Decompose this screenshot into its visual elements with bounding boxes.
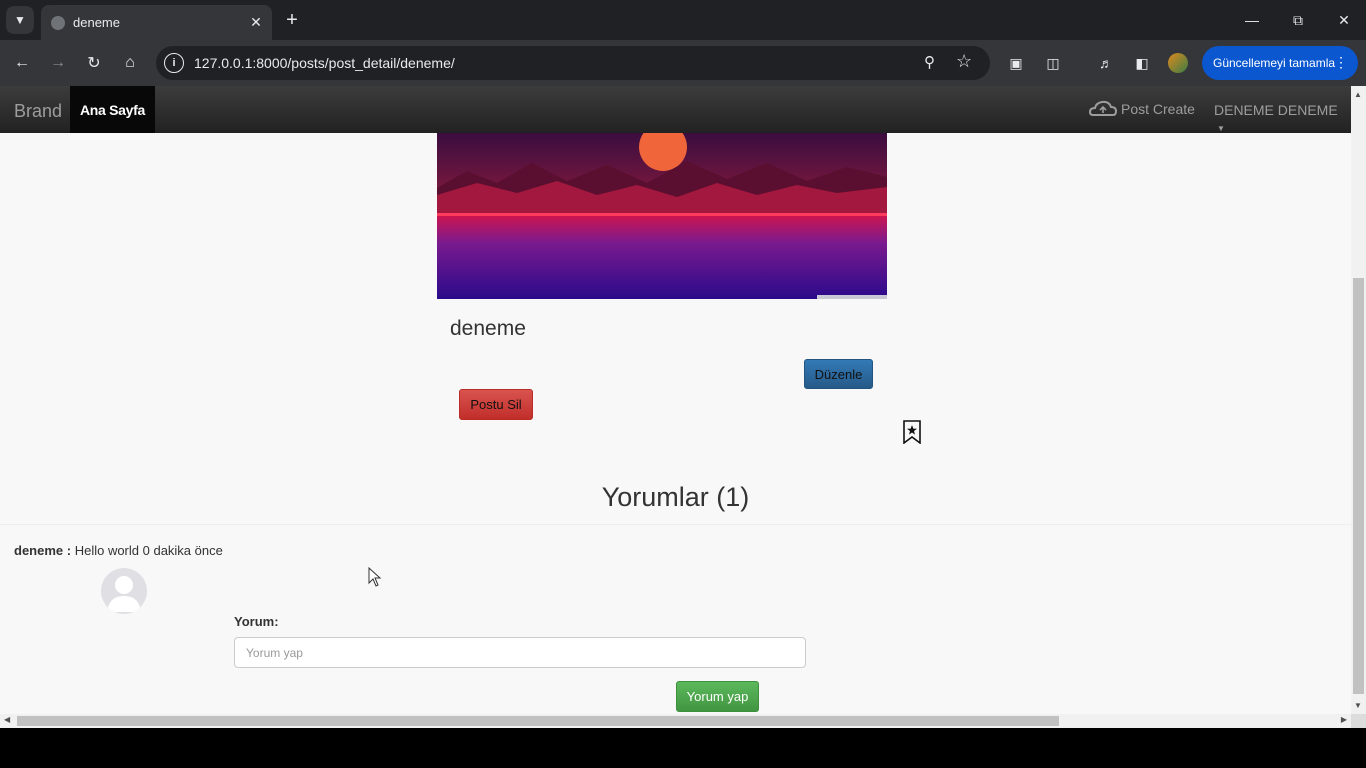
browser-tab[interactable]: deneme ✕	[41, 5, 272, 40]
scroll-right-icon[interactable]: ▶	[1341, 715, 1347, 724]
vertical-scroll-thumb[interactable]	[1353, 278, 1364, 694]
close-window-button[interactable]: ✕	[1321, 0, 1366, 40]
update-chrome-button[interactable]: Güncellemeyi tamamla ⋮	[1202, 46, 1358, 80]
caret-down-icon: ▼	[1217, 124, 1225, 133]
vertical-scrollbar[interactable]: ▲ ▼	[1351, 86, 1366, 714]
nav-home-link[interactable]: Ana Sayfa	[70, 86, 155, 133]
comment-field-label: Yorum:	[234, 614, 279, 629]
profile-avatar[interactable]	[1167, 52, 1189, 74]
globe-icon	[51, 15, 65, 30]
comment-text: Hello world 0 dakika önce	[74, 543, 223, 558]
tab-title: deneme	[73, 15, 120, 30]
comment-item: deneme : Hello world 0 dakika önce	[14, 543, 223, 558]
extensions-puzzle-icon[interactable]: ◫	[1042, 52, 1064, 74]
comments-heading: Yorumlar (1)	[601, 482, 750, 512]
bottom-black-bar	[0, 728, 1366, 768]
site-info-icon[interactable]: i	[164, 53, 184, 73]
mouse-cursor-icon	[368, 567, 382, 587]
new-tab-button[interactable]: +	[280, 8, 304, 32]
scrollbar-corner	[1351, 714, 1366, 728]
user-name: DENEME DENEME	[1214, 102, 1338, 118]
close-tab-icon[interactable]: ✕	[246, 13, 266, 33]
side-panel-icon[interactable]: ◧	[1131, 52, 1153, 74]
user-dropdown[interactable]: DENEME DENEME ▼	[1214, 102, 1351, 134]
scroll-down-icon[interactable]: ▼	[1354, 701, 1362, 710]
zoom-icon[interactable]: ⚲	[924, 53, 935, 71]
forward-button[interactable]: →	[44, 49, 72, 77]
post-title: deneme	[450, 317, 526, 340]
delete-post-button[interactable]: Postu Sil	[459, 389, 533, 420]
address-url[interactable]: 127.0.0.1:8000/posts/post_detail/deneme/	[194, 55, 455, 71]
reload-button[interactable]: ↻	[80, 49, 108, 77]
browser-toolbar: ← → ↻ ⌂ i 127.0.0.1:8000/posts/post_deta…	[0, 40, 1366, 86]
submit-comment-button[interactable]: Yorum yap	[676, 681, 759, 712]
post-image	[437, 133, 887, 299]
avatar	[101, 568, 147, 614]
media-control-icon[interactable]: ♬	[1095, 52, 1117, 74]
bookmark-star-icon[interactable]: ☆	[956, 51, 972, 72]
comment-author: deneme :	[14, 543, 72, 558]
scroll-left-icon[interactable]: ◀	[4, 715, 10, 724]
address-bar[interactable]: i 127.0.0.1:8000/posts/post_detail/denem…	[156, 46, 990, 80]
scroll-up-icon[interactable]: ▲	[1354, 90, 1362, 99]
translate-extension-icon[interactable]: ▣	[1005, 52, 1027, 74]
bookmark-icon[interactable]	[902, 420, 922, 444]
tab-search-button[interactable]: ▼	[6, 6, 34, 34]
cloud-upload-icon	[1089, 100, 1117, 116]
post-create-label: Post Create	[1121, 101, 1195, 117]
more-menu-icon[interactable]: ⋮	[1334, 54, 1348, 71]
page-viewport: Brand Ana Sayfa Post Create DENEME DENEM…	[0, 86, 1366, 728]
chevron-down-icon: ▼	[14, 13, 26, 27]
update-button-label: Güncellemeyi tamamla	[1213, 56, 1336, 70]
edit-post-button[interactable]: Düzenle	[804, 359, 873, 389]
minimize-button[interactable]: —	[1229, 0, 1275, 40]
post-create-link[interactable]: Post Create	[1089, 100, 1195, 118]
home-button[interactable]: ⌂	[116, 49, 144, 77]
restore-button[interactable]: ⧉	[1275, 0, 1321, 40]
comment-input[interactable]	[234, 637, 806, 668]
browser-tab-strip: ▼ deneme ✕ + — ⧉ ✕	[0, 0, 1366, 40]
section-divider	[0, 524, 1351, 525]
navbar-brand[interactable]: Brand	[14, 101, 62, 122]
site-navbar: Brand Ana Sayfa Post Create DENEME DENEM…	[0, 86, 1351, 133]
back-button[interactable]: ←	[8, 49, 36, 77]
horizontal-scroll-thumb[interactable]	[17, 716, 1059, 726]
horizontal-scrollbar[interactable]: ◀ ▶	[0, 714, 1351, 728]
